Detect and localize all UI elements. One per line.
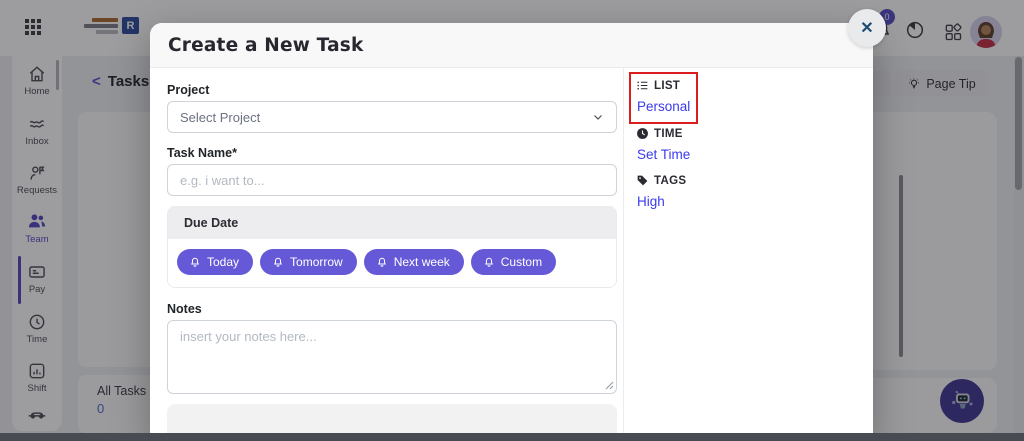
modal-header: Create a New Task [150,23,873,68]
list-header-label: LIST [654,80,680,92]
tags-section: TAGS High [636,174,873,211]
time-header-label: TIME [654,128,683,140]
task-side-panel: LIST Personal TIME Set Time [623,68,873,440]
screen: R 0 [0,0,1024,441]
window-bottom-edge [0,433,1024,441]
list-section-header: LIST [636,79,692,92]
due-tomorrow-button[interactable]: Tomorrow [260,249,357,275]
due-next-week-button[interactable]: Next week [364,249,464,275]
tags-header-label: TAGS [654,175,686,187]
task-name-input[interactable] [167,164,617,196]
project-select[interactable]: Select Project [167,101,617,133]
chevron-down-icon [592,111,604,123]
clock-icon [636,127,649,140]
bell-icon [272,256,284,269]
list-value-link[interactable]: Personal [637,99,690,114]
tags-value-link[interactable]: High [637,194,665,209]
due-date-label: Due Date [168,207,616,239]
list-section-annotated: LIST Personal [629,72,698,124]
task-name-label: Task Name* [167,146,617,160]
create-task-modal: ✕ Create a New Task Project Select Proje… [150,23,873,441]
notes-textarea[interactable] [167,320,617,394]
bell-icon [376,256,388,269]
list-icon [636,79,649,92]
due-today-label: Today [207,255,239,269]
project-label: Project [167,83,617,97]
tag-icon [636,174,649,187]
due-next-week-label: Next week [394,255,450,269]
due-date-card: Due Date Today Tomorrow Next week [167,206,617,288]
time-section: TIME Set Time [636,127,873,164]
project-select-value: Select Project [180,110,260,125]
bell-icon [483,256,495,269]
due-tomorrow-label: Tomorrow [290,255,343,269]
task-form: Project Select Project Task Name* Due Da… [150,68,623,440]
time-value-link[interactable]: Set Time [637,147,690,162]
close-icon[interactable]: ✕ [848,9,886,47]
due-custom-label: Custom [501,255,542,269]
due-today-button[interactable]: Today [177,249,253,275]
bell-icon [189,256,201,269]
due-custom-button[interactable]: Custom [471,249,556,275]
time-section-header: TIME [636,127,873,140]
modal-title: Create a New Task [168,35,363,56]
notes-label: Notes [167,302,617,316]
tags-section-header: TAGS [636,174,873,187]
